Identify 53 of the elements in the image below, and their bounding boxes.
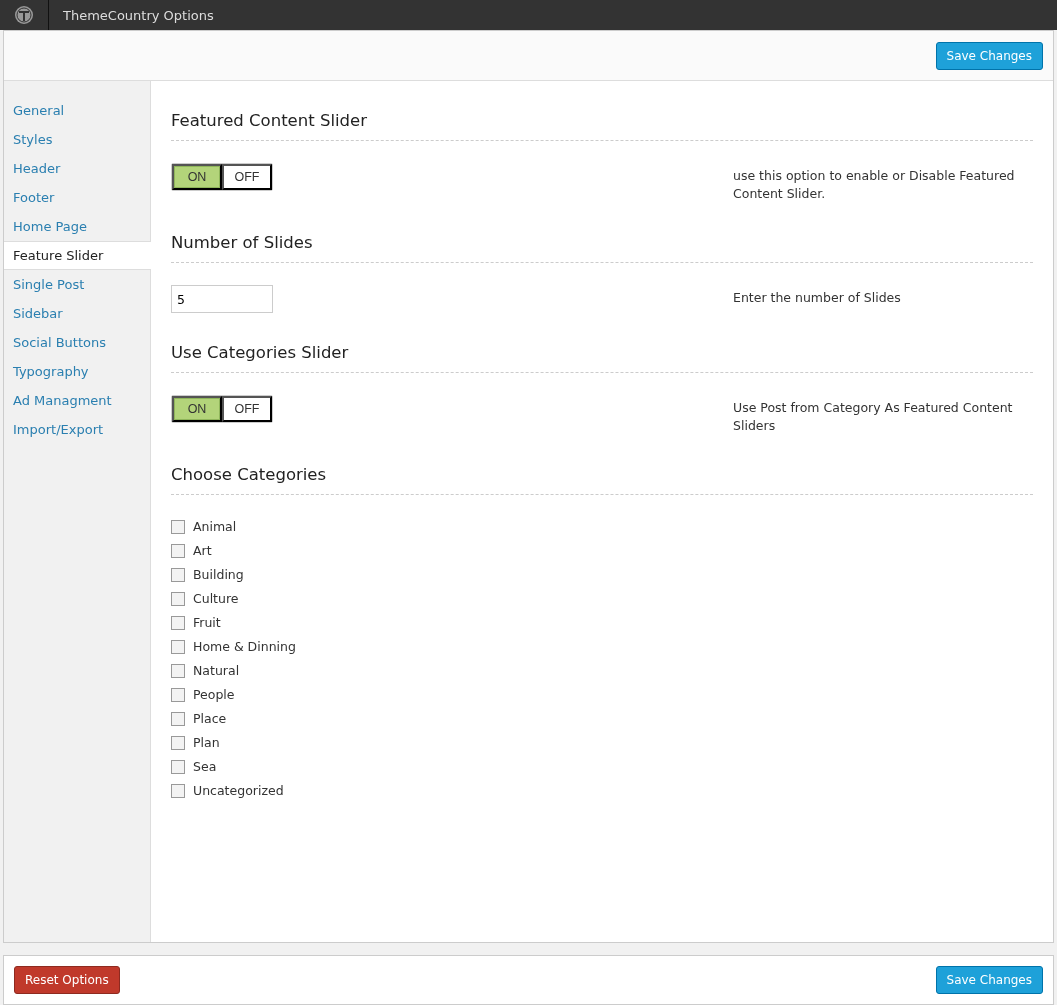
sidebar-item[interactable]: Home Page [4,212,150,241]
sidebar-item[interactable]: Footer [4,183,150,212]
checkbox-label: Art [193,543,212,558]
checkbox-label: Fruit [193,615,221,630]
sidebar-item[interactable]: Sidebar [4,299,150,328]
checkbox-label: Home & Dinning [193,639,296,654]
section-heading: Featured Content Slider [171,111,1033,141]
checkbox-label: People [193,687,235,702]
checkbox[interactable] [171,783,185,798]
checkbox[interactable] [171,615,185,630]
checkbox[interactable] [171,735,185,750]
section-heading: Choose Categories [171,465,1033,495]
reset-button[interactable]: Reset Options [14,966,120,994]
option-description: Use Post from Category As Featured Content Sliders [733,399,1014,435]
checkbox-label: Place [193,711,227,726]
sidebar-item[interactable]: Social Buttons [4,328,150,357]
save-button[interactable]: Save Changes [935,41,1043,70]
sidebar-item[interactable]: Header [4,154,150,183]
sidebar-item[interactable]: Ad Managment [4,386,150,415]
checkbox[interactable] [171,711,185,726]
logo-icon [14,5,34,25]
app-title: ThemeCountry Options [63,7,214,23]
toggle-off-option[interactable]: OFF [222,164,272,190]
checkbox-label: Culture [193,591,239,606]
save-button[interactable]: Save Changes [935,966,1043,994]
checkbox[interactable] [171,543,185,558]
toggle-on-option[interactable]: ON [172,396,222,422]
sidebar-item[interactable]: Typography [4,357,150,386]
checkbox[interactable] [171,639,185,654]
checkbox-label: Animal [193,519,237,534]
toggle-on-option[interactable]: ON [172,164,222,190]
checkbox[interactable] [171,663,185,678]
toggle-off-option[interactable]: OFF [222,396,272,422]
section-heading: Number of Slides [171,233,1033,263]
sidebar-item[interactable]: Single Post [4,270,150,299]
checkbox-label: Plan [193,735,220,750]
sidebar-item[interactable]: General [4,96,150,125]
checkbox[interactable] [171,519,185,534]
checkbox[interactable] [171,567,185,582]
checkbox[interactable] [171,759,185,774]
checkbox[interactable] [171,687,185,702]
option-description: use this option to enable or Disable Featured Content Slider. [733,167,1016,203]
checkbox[interactable] [171,591,185,606]
sidebar-item[interactable]: Styles [4,125,150,154]
sidebar-item[interactable]: Import/Export [4,415,150,444]
checkbox-label: Building [193,567,244,582]
section-heading: Use Categories Slider [171,343,1033,373]
input-field[interactable]: 5 [171,285,273,313]
checkbox-label: Sea [193,759,217,774]
sidebar-item[interactable]: Feature Slider [4,241,151,270]
option-description: Enter the number of Slides [733,289,902,307]
checkbox-label: Uncategorized [193,783,284,798]
checkbox-label: Natural [193,663,240,678]
